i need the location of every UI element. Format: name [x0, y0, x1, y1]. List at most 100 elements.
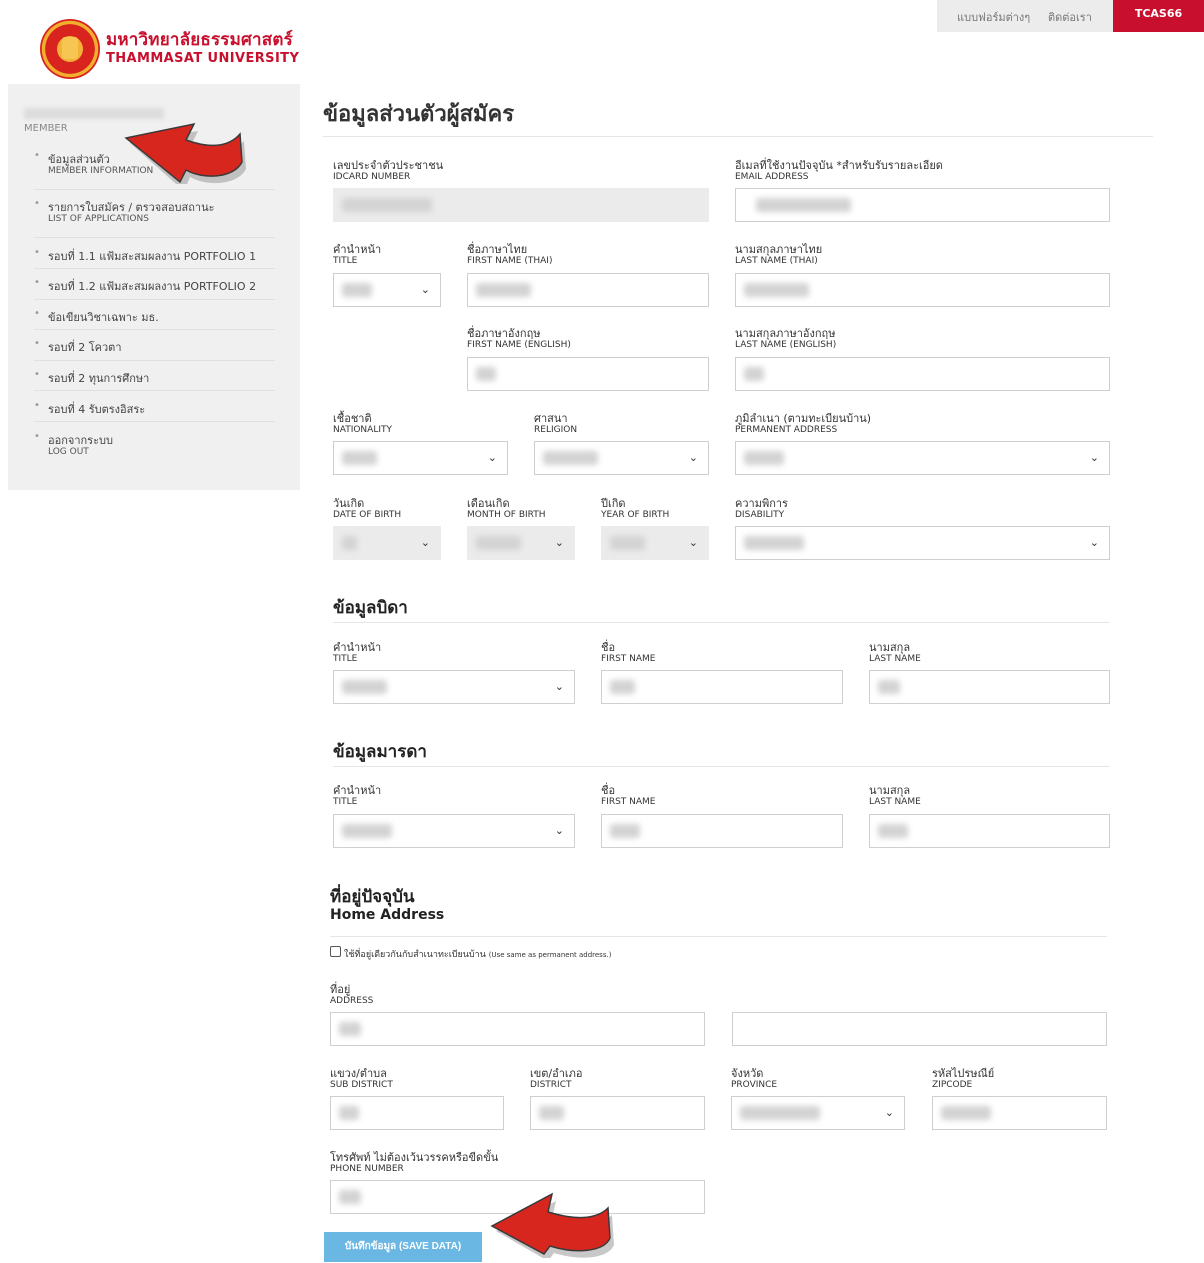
blurred-value [342, 536, 357, 550]
tcas66-tab[interactable]: TCAS66 [1113, 0, 1204, 32]
district-field[interactable] [530, 1096, 705, 1130]
father-last-label-en: LAST NAME [869, 654, 921, 664]
last-thai-label-en: LAST NAME (THAI) [735, 256, 818, 266]
chevron-down-icon: ⌄ [554, 680, 564, 693]
zipcode-field[interactable] [932, 1096, 1107, 1130]
father-title-select[interactable]: ⌄ [333, 670, 575, 704]
blurred-value [744, 451, 784, 465]
mother-title-label-en: TITLE [333, 797, 358, 807]
date-of-birth-select: ⌄ [333, 526, 441, 560]
blurred-value [342, 824, 392, 838]
sidebar-item-label: ข้อเขียนวิชาเฉพาะ มธ. [48, 311, 159, 324]
first-name-thai-field[interactable] [467, 273, 709, 307]
province-select[interactable]: ⌄ [731, 1096, 905, 1130]
mother-first-name-field[interactable] [601, 814, 843, 848]
same-address-note: (Use same as permanent address.) [488, 951, 612, 959]
father-last-name-field[interactable] [869, 670, 1110, 704]
province-label-en: PROVINCE [731, 1080, 778, 1090]
permanent-address-label-en: PERMANENT ADDRESS [735, 425, 838, 435]
chevron-down-icon: ⌄ [1089, 451, 1099, 464]
divider [34, 390, 275, 391]
address-line-2-field[interactable] [732, 1012, 1107, 1046]
first-name-english-field[interactable] [467, 357, 709, 391]
father-first-name-field[interactable] [601, 670, 843, 704]
mother-first-label-en: FIRST NAME [601, 797, 656, 807]
chevron-down-icon: ⌄ [554, 824, 564, 837]
blurred-value [342, 198, 432, 212]
bullet-icon: • [34, 400, 40, 411]
sidebar-item-label: รอบที่ 1.1 แฟ้มสะสมผลงาน PORTFOLIO 1 [48, 250, 257, 263]
mother-title-select[interactable]: ⌄ [333, 814, 575, 848]
divider [34, 268, 275, 269]
bullet-icon: • [34, 308, 40, 319]
subdistrict-field[interactable] [330, 1096, 504, 1130]
blurred-value [342, 680, 387, 694]
email-field[interactable] [735, 188, 1110, 222]
blurred-value [342, 283, 372, 297]
first-thai-label-en: FIRST NAME (THAI) [467, 256, 553, 266]
chevron-down-icon: ⌄ [487, 451, 497, 464]
logo-english-text: THAMMASAT UNIVERSITY [106, 51, 300, 66]
blurred-value [476, 367, 496, 381]
chevron-down-icon: ⌄ [420, 536, 430, 549]
page-title: ข้อมูลส่วนตัวผู้สมัคร [323, 102, 515, 127]
title-label-en: TITLE [333, 256, 358, 266]
divider [34, 237, 275, 238]
mother-last-name-field[interactable] [869, 814, 1110, 848]
nationality-select[interactable]: ⌄ [333, 441, 508, 475]
last-name-thai-field[interactable] [735, 273, 1110, 307]
title-divider [323, 136, 1153, 137]
blurred-value [941, 1106, 991, 1120]
blurred-value [476, 283, 531, 297]
father-first-label-en: FIRST NAME [601, 654, 656, 664]
sidebar-member-label: MEMBER [24, 123, 68, 134]
divider [34, 329, 275, 330]
blurred-value [610, 536, 645, 550]
same-address-label: ใช้ที่อยู่เดียวกันกับสำเนาทะเบียนบ้าน (U… [344, 947, 611, 961]
bullet-icon: • [34, 150, 40, 161]
disability-select[interactable]: ⌄ [735, 526, 1110, 560]
same-address-text: ใช้ที่อยู่เดียวกันกับสำเนาทะเบียนบ้าน [344, 950, 486, 960]
chevron-down-icon: ⌄ [554, 536, 564, 549]
first-eng-label-en: FIRST NAME (ENGLISH) [467, 340, 571, 350]
save-data-button[interactable]: บันทึกข้อมูล (SAVE DATA) [324, 1232, 482, 1262]
blurred-value [339, 1106, 359, 1120]
home-section-title: ที่อยู่ปัจจุบัน [330, 887, 415, 907]
home-section-subtitle: Home Address [330, 907, 445, 923]
blurred-value [539, 1106, 564, 1120]
blurred-value [744, 536, 804, 550]
idcard-label-en: IDCARD NUMBER [333, 172, 411, 182]
divider [34, 299, 275, 300]
address-label-en: ADDRESS [330, 996, 374, 1006]
blurred-value [756, 198, 851, 212]
bullet-icon: • [34, 198, 40, 209]
logo-thai-text: มหาวิทยาลัยธรรมศาสตร์ [106, 30, 293, 50]
same-address-checkbox[interactable] [330, 946, 341, 957]
contact-link[interactable]: ติดต่อเรา [1048, 8, 1092, 26]
section-divider [333, 622, 1110, 623]
disability-label-en: DISABILITY [735, 510, 785, 520]
title-select[interactable]: ⌄ [333, 273, 441, 307]
divider [34, 189, 275, 190]
blurred-value [878, 824, 908, 838]
sidebar-item-label: รอบที่ 1.2 แฟ้มสะสมผลงาน PORTFOLIO 2 [48, 280, 257, 293]
divider [34, 360, 275, 361]
bullet-icon: • [34, 431, 40, 442]
chevron-down-icon: ⌄ [884, 1106, 894, 1119]
bullet-icon: • [34, 247, 40, 258]
religion-select[interactable]: ⌄ [534, 441, 709, 475]
subdistrict-label-en: SUB DISTRICT [330, 1080, 393, 1090]
blurred-value [740, 1106, 820, 1120]
sidebar-item-sublabel: LOG OUT [48, 447, 89, 457]
forms-link[interactable]: แบบฟอร์มต่างๆ [957, 8, 1030, 26]
section-divider [333, 766, 1110, 767]
blurred-value [339, 1022, 361, 1036]
university-seal-logo[interactable] [40, 19, 100, 79]
last-name-english-field[interactable] [735, 357, 1110, 391]
permanent-address-select[interactable]: ⌄ [735, 441, 1110, 475]
yob-label-en: YEAR OF BIRTH [601, 510, 670, 520]
blurred-value [342, 451, 377, 465]
idcard-field [333, 188, 709, 222]
blurred-value [744, 367, 764, 381]
address-line-1-field[interactable] [330, 1012, 705, 1046]
